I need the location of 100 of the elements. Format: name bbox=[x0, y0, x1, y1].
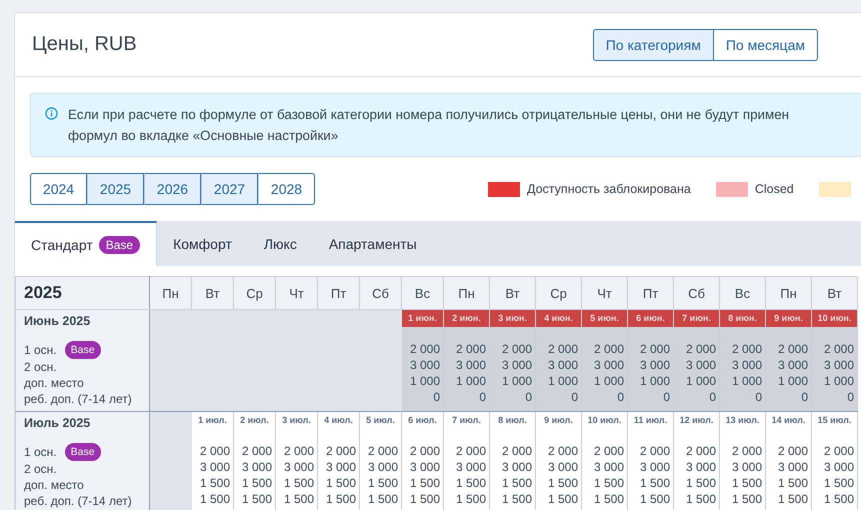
day-cell[interactable]: 9 июн. 2 000 3 000 1 000 0 bbox=[766, 310, 812, 412]
date-label: 5 июн. bbox=[582, 310, 627, 327]
year-button[interactable]: 2025 bbox=[87, 173, 144, 205]
weekday-heading: Вт bbox=[812, 276, 858, 310]
day-cell[interactable]: 3 июл. 2 000 3 000 1 500 1 500 bbox=[276, 412, 318, 510]
category-tab[interactable]: Люкс bbox=[248, 221, 313, 266]
price-value: 3 000 bbox=[408, 357, 440, 373]
price-value: 1 500 bbox=[638, 491, 670, 507]
price-value: 2 000 bbox=[546, 341, 578, 357]
date-label: 12 июл. bbox=[678, 414, 714, 427]
day-cell[interactable]: 15 июл. 2 000 3 000 1 500 1 500 bbox=[812, 412, 858, 510]
price-value: 2 000 bbox=[454, 443, 486, 459]
category-tab[interactable]: Комфорт bbox=[157, 221, 248, 266]
page-title: Цены, RUB bbox=[32, 33, 138, 56]
day-cell[interactable]: 10 июл. 2 000 3 000 1 500 1 500 bbox=[582, 412, 628, 510]
date-label: 7 июн. bbox=[674, 310, 719, 327]
month-name: Июль 2025 bbox=[24, 416, 92, 432]
day-cell[interactable]: 6 июл. 2 000 3 000 1 500 1 500 bbox=[402, 412, 444, 510]
weekday-heading: Чт bbox=[582, 276, 628, 310]
price-value: 2 000 bbox=[730, 341, 762, 357]
day-cell[interactable]: 7 июл. 2 000 3 000 1 500 1 500 bbox=[444, 412, 490, 510]
price-value: 1 000 bbox=[546, 373, 578, 389]
price-value: 1 500 bbox=[366, 475, 398, 491]
price-value: 2 000 bbox=[776, 443, 808, 459]
category-tab[interactable]: Стандарт Base bbox=[15, 221, 158, 266]
day-cell[interactable]: 3 июн. 2 000 3 000 1 000 0 bbox=[490, 310, 536, 412]
date-label: 6 июл. bbox=[407, 414, 438, 427]
price-value: 3 000 bbox=[500, 357, 532, 373]
price-value: 0 bbox=[800, 389, 808, 405]
year-button[interactable]: 2024 bbox=[30, 173, 87, 205]
price-value: 1 500 bbox=[592, 491, 624, 507]
guest-type-label: реб. доп. (7-14 лет) bbox=[24, 493, 132, 509]
legend-label: Доступность заблокирована bbox=[527, 182, 691, 196]
guest-type-label: 1 осн. bbox=[24, 342, 57, 358]
price-value: 3 000 bbox=[638, 459, 670, 475]
price-value: 3 000 bbox=[684, 459, 716, 475]
price-value: 1 500 bbox=[324, 491, 356, 507]
day-cell[interactable]: 1 июл. 2 000 3 000 1 500 1 500 bbox=[192, 412, 234, 510]
view-toggle-button[interactable]: По месяцам bbox=[714, 28, 818, 60]
day-cell[interactable]: 5 июн. 2 000 3 000 1 000 0 bbox=[582, 310, 628, 412]
view-toggle-button[interactable]: По категориям bbox=[592, 28, 714, 60]
weekday-heading: Пн bbox=[444, 276, 490, 310]
day-cell[interactable]: 10 июн. 2 000 3 000 1 000 0 bbox=[812, 310, 858, 412]
year-button[interactable]: 2026 bbox=[144, 173, 201, 205]
day-cell[interactable]: 5 июл. 2 000 3 000 1 500 1 500 bbox=[360, 412, 402, 510]
day-cell[interactable]: 8 июн. 2 000 3 000 1 000 0 bbox=[720, 310, 766, 412]
price-value: 1 500 bbox=[500, 491, 532, 507]
year-button[interactable]: 2028 bbox=[258, 173, 315, 205]
price-value: 3 000 bbox=[684, 357, 716, 373]
price-value: 2 000 bbox=[776, 341, 808, 357]
price-value: 1 500 bbox=[408, 475, 440, 491]
day-cell[interactable]: 9 июл. 2 000 3 000 1 500 1 500 bbox=[536, 412, 582, 510]
date-label: 11 июл. bbox=[632, 414, 668, 427]
weekday-heading: Пт bbox=[628, 276, 674, 310]
month-name: Июнь 2025 bbox=[24, 314, 92, 330]
price-value: 1 000 bbox=[684, 373, 716, 389]
price-value: 2 000 bbox=[638, 443, 670, 459]
day-cell[interactable]: 14 июл. 2 000 3 000 1 500 1 500 bbox=[766, 412, 812, 510]
price-value: 0 bbox=[754, 389, 762, 405]
price-value: 2 000 bbox=[454, 341, 486, 357]
date-label: 10 июн. bbox=[812, 310, 857, 327]
price-value: 1 500 bbox=[730, 475, 762, 491]
price-value: 0 bbox=[524, 389, 532, 405]
date-label: 5 июл. bbox=[365, 414, 396, 427]
price-value: 2 000 bbox=[684, 341, 716, 357]
price-value: 0 bbox=[846, 389, 854, 405]
date-label: 2 июн. bbox=[444, 310, 489, 327]
day-cell[interactable]: 1 июн. 2 000 3 000 1 000 0 bbox=[402, 310, 444, 412]
day-cell[interactable]: 4 июн. 2 000 3 000 1 000 0 bbox=[536, 310, 582, 412]
day-cell[interactable]: 11 июл. 2 000 3 000 1 500 1 500 bbox=[628, 412, 674, 510]
price-value: 1 000 bbox=[822, 373, 854, 389]
weekday-heading: Сб bbox=[674, 276, 720, 310]
weekday-heading: Вс bbox=[402, 276, 444, 310]
tab-label: Стандарт bbox=[31, 236, 93, 252]
day-cell[interactable]: 12 июл. 2 000 3 000 1 500 1 500 bbox=[674, 412, 720, 510]
price-value: 3 000 bbox=[822, 459, 854, 475]
price-value: 3 000 bbox=[546, 357, 578, 373]
price-value: 2 000 bbox=[240, 443, 272, 459]
price-value: 3 000 bbox=[454, 357, 486, 373]
date-label: 9 июл. bbox=[543, 414, 574, 427]
price-value: 1 500 bbox=[776, 475, 808, 491]
year-button[interactable]: 2027 bbox=[201, 173, 258, 205]
day-cell[interactable]: 2 июн. 2 000 3 000 1 000 0 bbox=[444, 310, 490, 412]
day-cell[interactable]: 6 июн. 2 000 3 000 1 000 0 bbox=[628, 310, 674, 412]
price-value: 3 000 bbox=[454, 459, 486, 475]
price-value: 1 000 bbox=[454, 373, 486, 389]
price-value: 1 500 bbox=[822, 491, 854, 507]
day-cell[interactable]: 4 июл. 2 000 3 000 1 500 1 500 bbox=[318, 412, 360, 510]
date-label: 10 июл. bbox=[586, 414, 622, 427]
day-cell[interactable]: 13 июл. 2 000 3 000 1 500 1 500 bbox=[720, 412, 766, 510]
price-value: 1 500 bbox=[198, 491, 230, 507]
day-cell[interactable]: 2 июл. 2 000 3 000 1 500 1 500 bbox=[234, 412, 276, 510]
category-tab[interactable]: Апартаменты bbox=[312, 221, 433, 266]
price-value: 1 500 bbox=[684, 491, 716, 507]
price-value: 1 000 bbox=[776, 373, 808, 389]
day-cell[interactable]: 7 июн. 2 000 3 000 1 000 0 bbox=[674, 310, 720, 412]
day-cell[interactable]: 8 июл. 2 000 3 000 1 500 1 500 bbox=[490, 412, 536, 510]
price-value: 2 000 bbox=[198, 443, 230, 459]
price-value: 2 000 bbox=[408, 341, 440, 357]
price-value: 1 000 bbox=[730, 373, 762, 389]
